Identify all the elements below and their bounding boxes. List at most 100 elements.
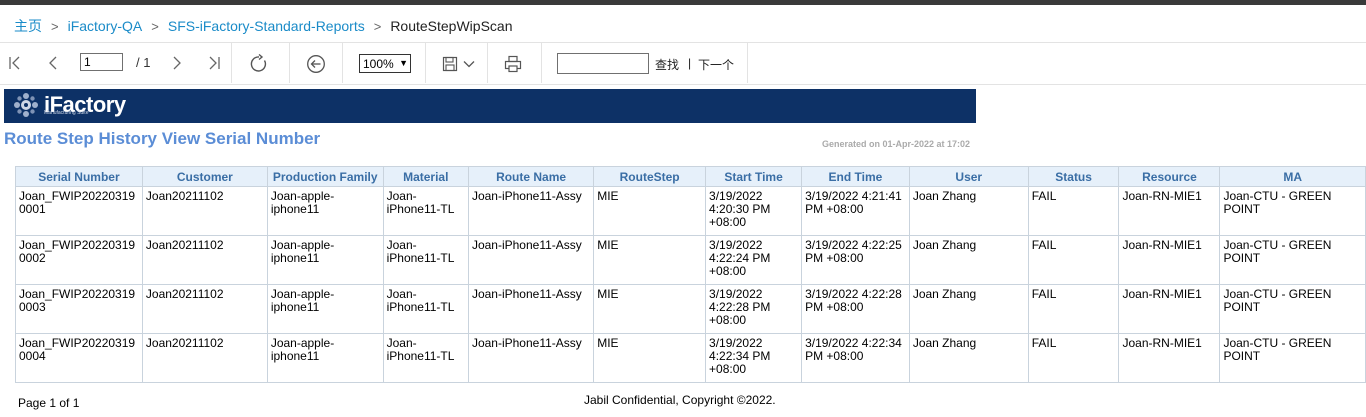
toolbar-separator [289, 43, 290, 83]
table-cell: Joan-iPhone11-Assy [467, 235, 595, 285]
column-header: Material [382, 166, 469, 187]
column-header: End Time [801, 166, 910, 187]
column-header: Customer [141, 166, 268, 187]
table-header-row: Serial Number Customer Production Family… [15, 166, 1366, 187]
table-cell: Joan_FWIP20220319 0001 [15, 186, 143, 236]
column-header: Route Name [467, 166, 595, 187]
table-cell: MIE [593, 284, 707, 334]
table-row: Joan_FWIP20220319 0002 Joan20211102 Joan… [15, 235, 1366, 285]
table-cell: 3/19/2022 4:22:34 PM +08:00 [801, 333, 910, 383]
chevron-down-icon[interactable] [461, 56, 476, 71]
table-cell: 3/19/2022 4:21:41 PM +08:00 [801, 186, 910, 236]
table-cell: FAIL [1027, 284, 1120, 334]
table-cell: Joan-apple-iphone11 [266, 284, 384, 334]
window-top-bar [0, 0, 1366, 5]
table-cell: Joan-iPhone11-TL [382, 333, 469, 383]
gear-icon [14, 93, 38, 117]
print-icon[interactable] [503, 54, 523, 73]
toolbar-separator [541, 43, 542, 83]
table-cell: Joan20211102 [141, 284, 268, 334]
table-cell: Joan-iPhone11-TL [382, 284, 469, 334]
page-number-input[interactable] [80, 53, 123, 71]
table-cell: 3/19/2022 4:22:34 PM +08:00 [705, 333, 803, 383]
find-separator: | [688, 56, 692, 70]
breadcrumb-home[interactable]: 主页 [14, 16, 42, 36]
table-cell: Joan-RN-MIE1 [1118, 284, 1221, 334]
toolbar-separator [425, 43, 426, 83]
column-header: MA [1219, 166, 1366, 187]
breadcrumb-current: RouteStepWipScan [390, 18, 513, 34]
table-cell: FAIL [1027, 235, 1120, 285]
report-toolbar: / 1 100% ▼ 查找 | 下一个 [0, 43, 1366, 85]
table-cell: Joan20211102 [141, 333, 268, 383]
table-cell: Joan20211102 [141, 186, 268, 236]
table-cell: 3/19/2022 4:22:28 PM +08:00 [801, 284, 910, 334]
table-cell: Joan-iPhone11-Assy [467, 284, 595, 334]
table-cell: Joan-iPhone11-TL [382, 186, 469, 236]
generated-timestamp: Generated on 01-Apr-2022 at 17:02 [822, 139, 971, 149]
table-cell: Joan Zhang [908, 284, 1029, 334]
breadcrumb: 主页 > iFactory-QA > SFS-iFactory-Standard… [14, 16, 513, 36]
table-cell: Joan-CTU - GREEN POINT [1219, 235, 1366, 285]
zoom-value: 100% [363, 56, 394, 71]
table-cell: MIE [593, 235, 707, 285]
table-row: Joan_FWIP20220319 0003 Joan20211102 Joan… [15, 284, 1366, 334]
previous-page-icon[interactable] [44, 54, 62, 72]
table-cell: Joan_FWIP20220319 0004 [15, 333, 143, 383]
table-cell: Joan-iPhone11-Assy [467, 333, 595, 383]
chevron-right-icon: > [51, 18, 59, 34]
table-cell: Joan-apple-iphone11 [266, 235, 384, 285]
table-cell: Joan Zhang [908, 333, 1029, 383]
chevron-right-icon: > [373, 18, 382, 34]
refresh-icon[interactable] [248, 53, 269, 74]
table-cell: Joan-apple-iphone11 [266, 186, 384, 236]
zoom-select[interactable]: 100% ▼ [359, 54, 411, 73]
chevron-right-icon: > [151, 18, 159, 34]
column-header: RouteStep [593, 166, 707, 187]
table-cell: Joan Zhang [908, 186, 1029, 236]
table-cell: Joan-iPhone11-Assy [467, 186, 595, 236]
table-cell: MIE [593, 333, 707, 383]
chevron-down-icon: ▼ [399, 58, 408, 68]
page-info: Page 1 of 1 [18, 396, 80, 410]
find-next-button[interactable]: 下一个 [698, 56, 734, 73]
toolbar-separator [747, 43, 748, 83]
table-cell: 3/19/2022 4:22:24 PM +08:00 [705, 235, 803, 285]
back-icon[interactable] [305, 53, 326, 74]
logo-subtitle: Manufacturing Suite [44, 110, 89, 116]
report-banner: iFactory Manufacturing Suite [4, 89, 976, 123]
report-title: Route Step History View Serial Number [4, 129, 321, 148]
table-cell: Joan-RN-MIE1 [1118, 333, 1221, 383]
table-cell: Joan Zhang [908, 235, 1029, 285]
table-row: Joan_FWIP20220319 0001 Joan20211102 Joan… [15, 186, 1366, 236]
breadcrumb-ifactory-qa[interactable]: iFactory-QA [68, 18, 143, 34]
table-cell: Joan-CTU - GREEN POINT [1219, 186, 1366, 236]
column-header: Production Family [266, 166, 384, 187]
table-cell: 3/19/2022 4:22:25 PM +08:00 [801, 235, 910, 285]
table-cell: Joan-CTU - GREEN POINT [1219, 333, 1366, 383]
report-table: Serial Number Customer Production Family… [15, 166, 1366, 383]
table-cell: Joan-RN-MIE1 [1118, 186, 1221, 236]
last-page-icon[interactable] [205, 54, 223, 72]
find-input[interactable] [557, 53, 649, 74]
next-page-icon[interactable] [168, 54, 186, 72]
table-cell: FAIL [1027, 186, 1120, 236]
breadcrumb-standard-reports[interactable]: SFS-iFactory-Standard-Reports [168, 18, 365, 34]
table-cell: Joan20211102 [141, 235, 268, 285]
table-cell: Joan-apple-iphone11 [266, 333, 384, 383]
table-row: Joan_FWIP20220319 0004 Joan20211102 Joan… [15, 333, 1366, 383]
table-cell: Joan-CTU - GREEN POINT [1219, 284, 1366, 334]
column-header: Status [1027, 166, 1120, 187]
table-cell: Joan_FWIP20220319 0003 [15, 284, 143, 334]
copyright-text: Jabil Confidential, Copyright ©2022. [584, 393, 776, 407]
table-cell: Joan_FWIP20220319 0002 [15, 235, 143, 285]
table-cell: Joan-RN-MIE1 [1118, 235, 1221, 285]
toolbar-separator [342, 43, 343, 83]
column-header: Start Time [705, 166, 803, 187]
first-page-icon[interactable] [6, 54, 24, 72]
table-cell: FAIL [1027, 333, 1120, 383]
save-icon[interactable] [441, 55, 458, 72]
find-button[interactable]: 查找 [655, 56, 679, 73]
column-header: Serial Number [15, 166, 143, 187]
page-total: / 1 [136, 55, 151, 70]
